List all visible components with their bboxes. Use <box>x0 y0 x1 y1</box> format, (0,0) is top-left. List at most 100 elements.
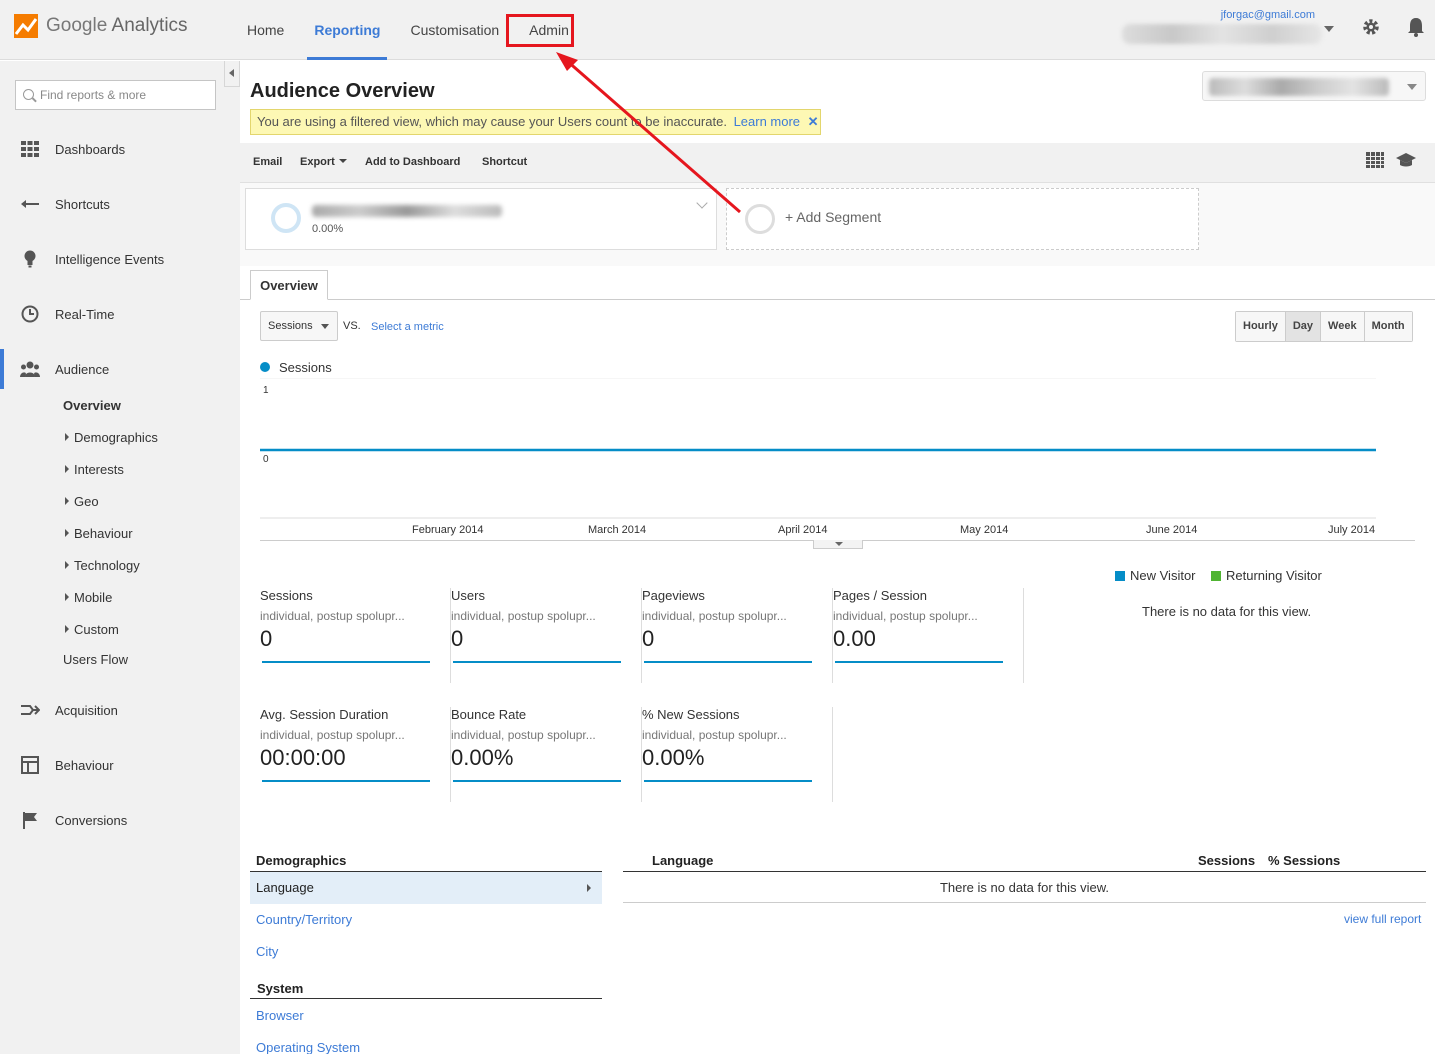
nav-customisation[interactable]: Customisation <box>403 0 506 60</box>
email-button[interactable]: Email <box>253 156 282 168</box>
account-email[interactable]: jforgac@gmail.com <box>1221 9 1315 21</box>
sidebar-subitem-interests[interactable]: Interests <box>63 462 124 477</box>
scorecard[interactable]: Bounce Rate individual, postup spolupr...… <box>451 707 642 802</box>
language-no-data: There is no data for this view. <box>623 873 1426 903</box>
scorecard-segment: individual, postup spolupr... <box>451 609 596 623</box>
system-browser[interactable]: Browser <box>250 1000 602 1032</box>
sidebar-subitem-label: Geo <box>74 494 99 509</box>
segment-card[interactable]: 0.00% <box>245 188 717 250</box>
sidebar-item-intelligence-events[interactable]: Intelligence Events <box>0 239 240 279</box>
legend-label: Returning Visitor <box>1226 568 1322 583</box>
export-button[interactable]: Export <box>300 156 347 168</box>
sidebar-subitem-users-flow[interactable]: Users Flow <box>63 652 128 667</box>
pie-no-data: There is no data for this view. <box>1142 604 1312 619</box>
system-divider <box>250 998 602 999</box>
demographics-city[interactable]: City <box>250 936 602 968</box>
learn-more-link[interactable]: Learn more <box>734 114 800 129</box>
search-input[interactable]: Find reports & more <box>15 80 216 110</box>
sidebar-item-dashboards[interactable]: Dashboards <box>0 129 240 169</box>
column-sessions[interactable]: Sessions <box>1198 853 1255 868</box>
sidebar-subitem-label: Custom <box>74 622 119 637</box>
scorecard-name: % New Sessions <box>642 707 740 722</box>
legend-new-visitor: New Visitor <box>1115 568 1196 583</box>
sidebar-subitem-mobile[interactable]: Mobile <box>63 590 112 605</box>
grid-icon <box>21 141 39 157</box>
sidebar-subitem-geo[interactable]: Geo <box>63 494 99 509</box>
select-metric-link[interactable]: Select a metric <box>371 321 444 333</box>
sidebar-subitem-custom[interactable]: Custom <box>63 622 119 637</box>
people-icon <box>20 361 40 377</box>
caret-right-icon <box>65 593 69 601</box>
add-segment-label: + Add Segment <box>785 209 882 225</box>
nav-reporting[interactable]: Reporting <box>307 0 388 60</box>
system-operating-system[interactable]: Operating System <box>250 1032 602 1054</box>
sidebar-subitem-behaviour[interactable]: Behaviour <box>63 526 133 541</box>
month-button[interactable]: Month <box>1364 312 1412 341</box>
scorecard[interactable]: Avg. Session Duration individual, postup … <box>260 707 451 802</box>
demographics-country[interactable]: Country/Territory <box>250 904 602 936</box>
sidebar-item-label: Behaviour <box>55 757 114 773</box>
demographics-title: Demographics <box>256 853 347 868</box>
scorecard[interactable]: Users individual, postup spolupr... 0 <box>451 588 642 683</box>
sidebar-subitem-label: Interests <box>74 462 124 477</box>
week-button[interactable]: Week <box>1321 312 1365 341</box>
sidebar-subitem-demographics[interactable]: Demographics <box>63 430 158 445</box>
chevron-down-icon[interactable] <box>1324 26 1334 32</box>
scorecard[interactable]: Pages / Session individual, postup spolup… <box>833 588 1024 683</box>
sidebar-item-real-time[interactable]: Real-Time <box>0 294 240 334</box>
ga-logo[interactable]: Google Analytics <box>12 12 188 40</box>
sidebar-item-audience[interactable]: Audience <box>0 349 240 389</box>
chart-resize-handle[interactable] <box>813 540 863 549</box>
scorecard-value: 00:00:00 <box>260 745 346 770</box>
metric-select[interactable]: Sessions <box>260 311 338 341</box>
add-to-dashboard-button[interactable]: Add to Dashboard <box>365 156 460 168</box>
add-segment-button[interactable]: + Add Segment <box>726 188 1199 250</box>
chevron-down-icon <box>1407 84 1417 90</box>
table-layout-icon[interactable] <box>1366 152 1384 170</box>
caret-right-icon <box>65 465 69 473</box>
sidebar-item-shortcuts[interactable]: Shortcuts <box>0 184 240 224</box>
legend-sessions-dot <box>260 362 270 372</box>
view-full-report-link[interactable]: view full report <box>1344 912 1421 926</box>
hourly-button[interactable]: Hourly <box>1236 312 1286 341</box>
scorecard[interactable]: Sessions individual, postup spolupr... 0 <box>260 588 451 683</box>
account-selector[interactable] <box>1122 24 1322 44</box>
caret-right-icon <box>65 433 69 441</box>
day-button[interactable]: Day <box>1285 312 1322 341</box>
legend-sessions-label[interactable]: Sessions <box>279 360 332 375</box>
scorecard-sparkline <box>644 780 812 782</box>
bell-icon[interactable] <box>1405 16 1427 38</box>
shortcut-button[interactable]: Shortcut <box>482 156 527 168</box>
view-selector[interactable] <box>1202 71 1426 101</box>
scorecard-value: 0.00% <box>451 745 514 770</box>
scorecard-sparkline <box>262 780 430 782</box>
scorecard-sparkline <box>835 661 1003 663</box>
sidebar-item-behaviour[interactable]: Behaviour <box>0 745 240 785</box>
collapse-sidebar-button[interactable] <box>224 61 240 87</box>
segment-name-blurred <box>312 205 502 217</box>
demographics-language[interactable]: Language <box>250 872 602 904</box>
tab-overview[interactable]: Overview <box>250 270 328 300</box>
scorecard-segment: individual, postup spolupr... <box>260 609 405 623</box>
caret-right-icon <box>65 497 69 505</box>
sidebar-subitem-label: Demographics <box>74 430 158 445</box>
sidebar-subitem-overview[interactable]: Overview <box>63 398 121 413</box>
scorecard[interactable]: % New Sessions individual, postup spolupr… <box>642 707 833 802</box>
x-tick-label: March 2014 <box>588 524 647 536</box>
caret-right-icon <box>65 529 69 537</box>
gear-icon[interactable] <box>1361 17 1381 37</box>
graduation-cap-icon[interactable] <box>1396 152 1416 168</box>
vs-label: VS. <box>343 320 361 332</box>
scorecard-segment: individual, postup spolupr... <box>642 609 787 623</box>
close-icon[interactable]: ✕ <box>808 114 819 129</box>
chevron-down-icon[interactable] <box>696 197 708 209</box>
nav-home[interactable]: Home <box>240 0 291 60</box>
segment-circle <box>271 203 301 233</box>
language-table-header: Language Sessions % Sessions <box>623 853 1426 872</box>
sidebar-item-acquisition[interactable]: Acquisition <box>0 690 240 730</box>
column-percent-sessions[interactable]: % Sessions <box>1268 853 1340 868</box>
sidebar-subitem-label: Mobile <box>74 590 113 605</box>
scorecard[interactable]: Pageviews individual, postup spolupr... 0 <box>642 588 833 683</box>
sidebar-subitem-technology[interactable]: Technology <box>63 558 140 573</box>
sidebar-item-conversions[interactable]: Conversions <box>0 800 240 840</box>
